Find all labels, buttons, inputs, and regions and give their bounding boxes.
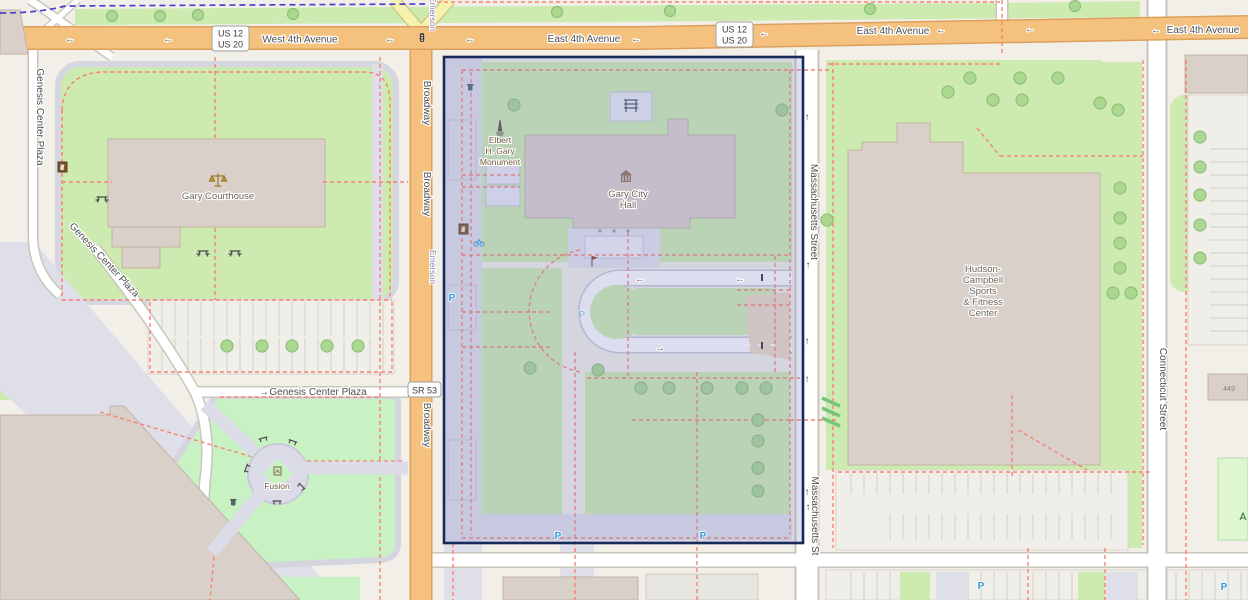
oneway-arrow: ← [65, 34, 75, 45]
oneway-arrow: ← [1025, 24, 1035, 35]
poi-label-monument: Monument [480, 157, 521, 167]
oneway-arrow: ← [759, 28, 769, 39]
shield-text: US 12 [218, 29, 243, 39]
street-label-east-4th-avenue-right: East 4th Avenue [857, 26, 930, 37]
poi-label-monument: Elbert [489, 135, 512, 145]
shield-sr53: SR 53 [408, 382, 441, 397]
poi-label-hudson-campbell: Campbell [963, 275, 1003, 286]
oneway-arrow: ← [631, 34, 641, 45]
street-label-broadway: Broadway [421, 81, 432, 125]
shield-text: US 12 [722, 25, 747, 35]
parking-marker: P [978, 581, 985, 592]
street-label-genesis-vertical: Genesis Center Plaza [34, 68, 45, 166]
oneway-arrow: ↑ [805, 487, 810, 498]
street-label-connecticut: Connecticut Street [1157, 348, 1168, 430]
street-label-massachusetts: Massachusetts Street [808, 164, 819, 260]
street-label-emerson: Emerson [428, 0, 438, 31]
oneway-arrow: ↑ [805, 336, 810, 347]
poi-label-fusion: Fusion [264, 481, 290, 491]
parking-marker: P [449, 293, 456, 304]
oneway-arrow: ← [1151, 25, 1161, 36]
parking-marker: P [579, 310, 586, 321]
street-label-emerson: Emerson [428, 250, 438, 284]
oneway-arrow: ← [735, 274, 745, 285]
address-label-449: 449 [1223, 386, 1235, 393]
oneway-arrow: ← [465, 34, 475, 45]
parking-marker: P [555, 531, 562, 542]
poi-label-monument: H. Gary [485, 146, 515, 156]
map-viewport[interactable]: US 12 US 20 West 4th Avenue ← ← ← East 4… [0, 0, 1248, 600]
street-label-west-4th-avenue: West 4th Avenue [262, 35, 338, 46]
poi-label-hudson-campbell: Hudson- [965, 264, 1001, 275]
street-label-east-4th-avenue: East 4th Avenue [548, 34, 621, 45]
poi-label-hudson-campbell: Center [969, 308, 998, 319]
oneway-arrow: ← [635, 274, 645, 285]
street-label-east-4th-avenue-far: East 4th Avenue [1167, 25, 1240, 36]
shield-text: US 20 [218, 40, 243, 50]
street-label-massachusetts-abbr: Massachusetts St [809, 477, 820, 556]
parking-marker: P [700, 531, 707, 542]
poi-label-hudson-campbell: & Fitness [963, 297, 1003, 308]
oneway-arrow: ← [163, 34, 173, 45]
poi-label-hudson-campbell: Sports [969, 286, 997, 297]
oneway-arrow: ↑ [806, 260, 811, 271]
parking-marker: P [1221, 582, 1228, 593]
street-label-genesis-horizontal: Genesis Center Plaza [269, 387, 367, 398]
oneway-arrow: ← [385, 34, 395, 45]
oneway-arrow: → [259, 387, 269, 398]
oneway-arrow: → [655, 343, 665, 354]
shield-text: US 20 [722, 36, 747, 46]
map-canvas[interactable]: US 12 US 20 West 4th Avenue ← ← ← East 4… [0, 0, 1248, 600]
traffic-signal-icon [420, 33, 424, 42]
street-label-broadway: Broadway [421, 403, 432, 447]
shield-us12-us20-left: US 12 US 20 [212, 26, 249, 51]
poi-label-gary-courthouse: Gary Courthouse [182, 191, 254, 202]
selection-highlight[interactable] [444, 57, 803, 543]
shield-us12-us20-center: US 12 US 20 [716, 22, 753, 47]
oneway-arrow: ↑ [805, 374, 810, 385]
poi-label-gary-city-hall: Gary City [608, 189, 648, 200]
svg-text:SR 53: SR 53 [412, 386, 437, 396]
street-label-broadway: Broadway [421, 172, 432, 216]
poi-label-gary-city-hall: Hall [620, 200, 636, 211]
oneway-arrow: ↑ [805, 112, 810, 123]
oneway-arrow: ← [936, 25, 946, 36]
